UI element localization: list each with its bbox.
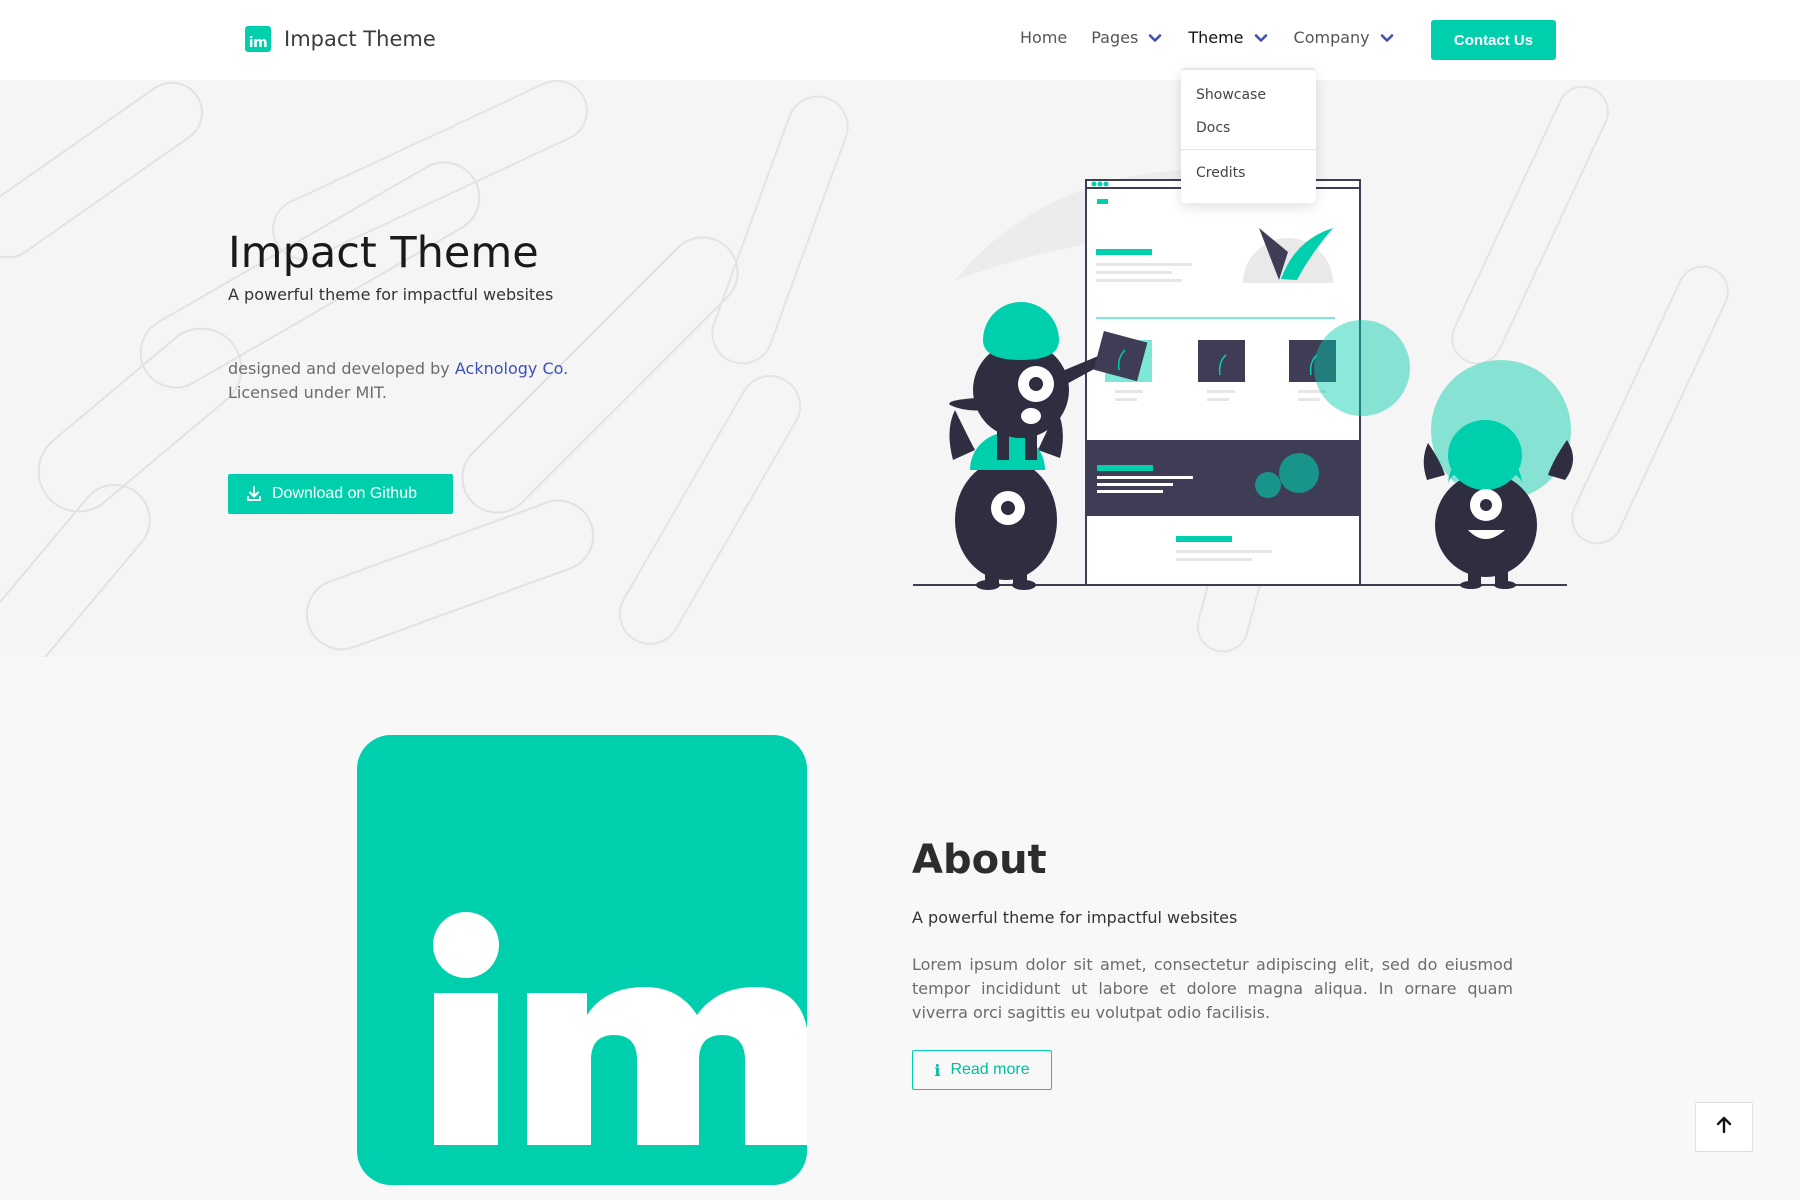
- arrow-up-icon: [1714, 1115, 1734, 1139]
- chevron-down-icon: [1378, 29, 1396, 47]
- nav-item-pages[interactable]: Pages: [1091, 28, 1164, 47]
- brand-logo: im: [245, 26, 271, 52]
- acknology-link[interactable]: Acknology Co.: [455, 359, 568, 378]
- theme-dropdown-menu: Showcase Docs Credits: [1181, 68, 1316, 203]
- about-section: About A powerful theme for impactful web…: [0, 657, 1800, 1200]
- navbar: im Impact Theme Home Pages Theme Company…: [0, 0, 1800, 80]
- hero-illustration: [913, 169, 1574, 590]
- nav-item-label: Theme: [1188, 28, 1244, 47]
- dropdown-item-credits[interactable]: Credits: [1181, 157, 1316, 190]
- hero-section: Impact Theme A powerful theme for impact…: [0, 80, 1800, 657]
- nav-item-theme[interactable]: Theme: [1188, 28, 1269, 47]
- dropdown-divider: [1181, 149, 1316, 150]
- main-nav: Home Pages Theme Company: [1020, 28, 1420, 47]
- download-github-button[interactable]: Download on Github: [228, 474, 453, 514]
- hero-credit: designed and developed by Acknology Co. …: [228, 357, 568, 405]
- contact-us-button[interactable]: Contact Us: [1431, 20, 1556, 60]
- hero-subtitle: A powerful theme for impactful websites: [228, 285, 554, 304]
- nav-item-home[interactable]: Home: [1020, 28, 1067, 47]
- brand-name: Impact Theme: [284, 27, 436, 51]
- credit-prefix: designed and developed by: [228, 359, 450, 378]
- download-button-label: Download on Github: [272, 485, 417, 502]
- nav-item-label: Pages: [1091, 28, 1139, 47]
- about-logo: [357, 735, 807, 1185]
- back-to-top-button[interactable]: [1695, 1102, 1753, 1152]
- brand-link[interactable]: im Impact Theme: [245, 26, 436, 52]
- hero-title: Impact Theme: [228, 228, 539, 278]
- read-more-button[interactable]: i Read more: [912, 1050, 1052, 1090]
- dropdown-item-showcase[interactable]: Showcase: [1181, 79, 1316, 112]
- about-body-text: Lorem ipsum dolor sit amet, consectetur …: [912, 955, 1513, 1022]
- chevron-down-icon: [1252, 29, 1270, 47]
- dropdown-item-docs[interactable]: Docs: [1181, 112, 1316, 145]
- nav-item-company[interactable]: Company: [1294, 28, 1396, 47]
- license-text: Licensed under MIT.: [228, 383, 387, 402]
- chevron-down-icon: [1146, 29, 1164, 47]
- nav-item-label: Home: [1020, 28, 1068, 47]
- read-more-label: Read more: [950, 1061, 1030, 1078]
- nav-item-label: Company: [1293, 28, 1370, 47]
- download-icon: [246, 486, 262, 502]
- im-logo-icon: [433, 912, 807, 1145]
- about-heading: About: [912, 837, 1047, 883]
- about-subtitle: A powerful theme for impactful websites: [912, 908, 1238, 927]
- info-icon: i: [934, 1060, 941, 1080]
